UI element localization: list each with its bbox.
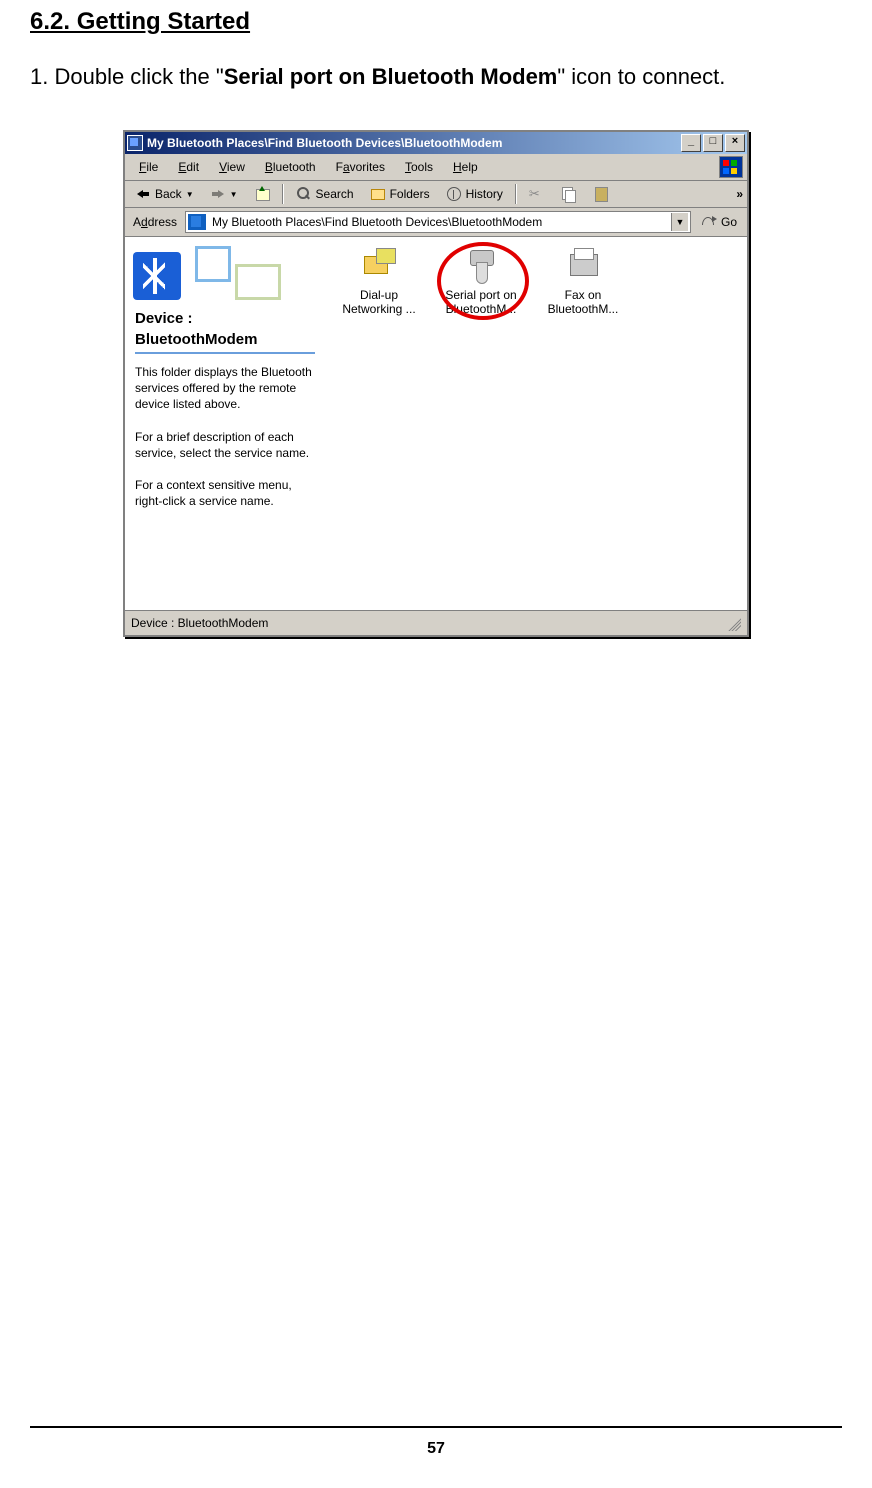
page-footer: 57 xyxy=(30,1426,842,1458)
item-label-line1: Fax on xyxy=(533,288,633,302)
item-dialup-networking[interactable]: Dial-up Networking ... xyxy=(329,248,429,316)
back-dropdown-icon[interactable]: ▼ xyxy=(186,190,194,199)
item-label-line2: BluetoothM... xyxy=(533,302,633,316)
search-button[interactable]: Search xyxy=(290,184,360,204)
back-button[interactable]: Back ▼ xyxy=(129,184,200,204)
device-label: Device : xyxy=(135,310,315,327)
item-label-line1: Dial-up xyxy=(329,288,429,302)
address-label: Address xyxy=(129,215,181,229)
history-label: History xyxy=(466,187,503,201)
folders-icon xyxy=(370,186,386,202)
forward-dropdown-icon[interactable]: ▼ xyxy=(230,190,238,199)
step-text-post: " icon to connect. xyxy=(557,64,725,89)
maximize-button[interactable]: □ xyxy=(703,134,723,152)
menu-file[interactable]: File xyxy=(129,158,168,176)
folders-label: Folders xyxy=(390,187,430,201)
window-title: My Bluetooth Places\Find Bluetooth Devic… xyxy=(147,136,681,150)
separator xyxy=(515,184,517,204)
windows-logo-icon xyxy=(719,156,743,178)
sidebar-description-1: This folder displays the Bluetooth servi… xyxy=(135,364,315,413)
page-number: 57 xyxy=(427,1440,445,1457)
toolbar-overflow[interactable]: » xyxy=(736,187,743,201)
decorative-square xyxy=(235,264,281,300)
paste-icon xyxy=(593,186,609,202)
menubar: File Edit View Bluetooth Favorites Tools… xyxy=(125,154,747,181)
titlebar[interactable]: My Bluetooth Places\Find Bluetooth Devic… xyxy=(125,132,747,154)
menu-bluetooth[interactable]: Bluetooth xyxy=(255,158,326,176)
item-label-line2: Networking ... xyxy=(329,302,429,316)
go-icon xyxy=(701,214,717,230)
menu-edit[interactable]: Edit xyxy=(168,158,209,176)
history-button[interactable]: History xyxy=(440,184,509,204)
item-label-line2: BluetoothM... xyxy=(431,302,531,316)
bluetooth-logo-icon xyxy=(133,252,181,300)
section-heading: 6.2. Getting Started xyxy=(30,8,842,36)
search-label: Search xyxy=(316,187,354,201)
status-bar: Device : BluetoothModem xyxy=(125,610,747,635)
step-text-bold: Serial port on Bluetooth Modem xyxy=(224,64,558,89)
menu-favorites[interactable]: Favorites xyxy=(326,158,395,176)
cut-icon xyxy=(529,186,545,202)
item-fax[interactable]: Fax on BluetoothM... xyxy=(533,248,633,316)
status-text: Device : BluetoothModem xyxy=(131,616,268,630)
close-button[interactable]: × xyxy=(725,134,745,152)
up-folder-icon xyxy=(254,186,270,202)
copy-button[interactable] xyxy=(555,184,583,204)
items-pane[interactable]: Dial-up Networking ... Serial port on Bl… xyxy=(325,238,747,610)
forward-icon xyxy=(210,186,226,202)
address-bluetooth-icon xyxy=(188,214,206,230)
dialup-icon xyxy=(360,248,398,284)
address-input[interactable] xyxy=(210,214,667,230)
address-field[interactable]: ▼ xyxy=(185,211,691,233)
content-area: Device : BluetoothModem This folder disp… xyxy=(125,237,747,610)
resize-grip-icon[interactable] xyxy=(725,615,741,631)
search-icon xyxy=(296,186,312,202)
toolbar: Back ▼ ▼ Search Folders History xyxy=(125,181,747,208)
fax-icon xyxy=(564,248,602,284)
address-bar: Address ▼ Go xyxy=(125,208,747,237)
decorative-square xyxy=(195,246,231,282)
sidebar-divider xyxy=(135,352,315,354)
history-icon xyxy=(446,186,462,202)
folders-button[interactable]: Folders xyxy=(364,184,436,204)
step-number: 1. xyxy=(30,64,48,89)
back-icon xyxy=(135,186,151,202)
menu-tools[interactable]: Tools xyxy=(395,158,443,176)
explorer-window: My Bluetooth Places\Find Bluetooth Devic… xyxy=(123,130,749,637)
sidebar-description-2: For a brief description of each service,… xyxy=(135,429,315,461)
paste-button[interactable] xyxy=(587,184,615,204)
copy-icon xyxy=(561,186,577,202)
separator xyxy=(282,184,284,204)
address-dropdown-icon[interactable]: ▼ xyxy=(671,213,688,231)
minimize-button[interactable]: _ xyxy=(681,134,701,152)
sidebar-description-3: For a context sensitive menu, right-clic… xyxy=(135,477,315,509)
serial-port-icon xyxy=(462,248,500,284)
cut-button[interactable] xyxy=(523,184,551,204)
info-sidebar: Device : BluetoothModem This folder disp… xyxy=(125,238,325,610)
menu-view[interactable]: View xyxy=(209,158,255,176)
instruction-step-1: 1. Double click the "Serial port on Blue… xyxy=(30,64,842,90)
device-name: BluetoothModem xyxy=(135,331,315,348)
forward-button[interactable]: ▼ xyxy=(204,184,244,204)
up-button[interactable] xyxy=(248,184,276,204)
step-text-pre: Double click the " xyxy=(48,64,223,89)
go-button[interactable]: Go xyxy=(695,212,743,232)
back-label: Back xyxy=(155,187,182,201)
sidebar-graphic xyxy=(135,246,315,306)
window-icon xyxy=(127,135,143,151)
item-label-line1: Serial port on xyxy=(431,288,531,302)
menu-help[interactable]: Help xyxy=(443,158,488,176)
item-serial-port[interactable]: Serial port on BluetoothM... xyxy=(431,248,531,316)
go-label: Go xyxy=(721,215,737,229)
